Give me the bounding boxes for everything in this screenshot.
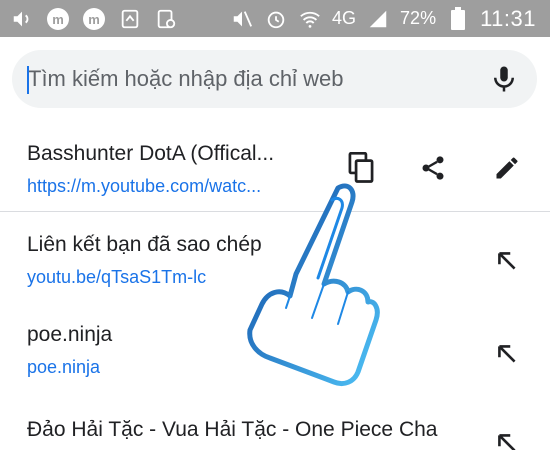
signal-icon: [366, 7, 390, 31]
m-app-icon: m: [46, 7, 70, 31]
screenshot-icon: [154, 7, 178, 31]
copy-icon[interactable]: [344, 151, 378, 185]
alarm-icon: [264, 7, 288, 31]
svg-text:m: m: [88, 12, 100, 27]
clipboard-suggestion[interactable]: Basshunter DotA (Offical... https://m.yo…: [0, 130, 550, 210]
m-app-icon: m: [82, 7, 106, 31]
status-bar: m m 4G 72% 11:31: [0, 0, 550, 37]
status-bar-right-icons: 4G 72% 11:31: [230, 5, 536, 32]
volume-icon: [10, 7, 34, 31]
divider: [0, 211, 550, 212]
list-item[interactable]: poe.ninja poe.ninja: [0, 310, 550, 392]
suggestion-url: youtu.be/qTsaS1Tm-lc: [27, 267, 207, 287]
suggestion-title: poe.ninja: [27, 323, 113, 346]
list-item[interactable]: Đảo Hải Tặc - Vua Hải Tặc - One Piece Ch…: [0, 398, 550, 450]
edit-icon[interactable]: [490, 151, 524, 185]
battery-icon: [446, 6, 470, 31]
suggestion-title: Đảo Hải Tặc - Vua Hải Tặc - One Piece Ch…: [27, 418, 438, 441]
suggestion-url: poe.ninja: [27, 357, 101, 377]
svg-text:m: m: [52, 12, 64, 27]
omnibox[interactable]: [12, 50, 537, 108]
suggestion-title: Basshunter DotA (Offical...: [27, 142, 275, 165]
suggestion-url: https://m.youtube.com/watc...: [27, 176, 262, 196]
list-item[interactable]: Liên kết bạn đã sao chép youtu.be/qTsaS1…: [0, 220, 550, 302]
share-icon[interactable]: [416, 151, 450, 185]
suggestion-title: Liên kết bạn đã sao chép: [27, 233, 262, 256]
search-input[interactable]: [28, 62, 468, 96]
insert-arrow-icon[interactable]: [490, 426, 524, 450]
status-bar-left-icons: m m: [10, 5, 178, 32]
microphone-icon[interactable]: [489, 64, 519, 94]
clock: 11:31: [480, 5, 536, 31]
recycle-icon: [118, 7, 142, 31]
battery-percent: 72%: [400, 8, 437, 28]
insert-arrow-icon[interactable]: [490, 244, 524, 278]
wifi-icon: [298, 7, 322, 31]
text-caret: [27, 66, 29, 94]
mute-icon: [230, 7, 254, 31]
network-4g-icon: 4G: [332, 8, 357, 28]
insert-arrow-icon[interactable]: [490, 337, 524, 371]
